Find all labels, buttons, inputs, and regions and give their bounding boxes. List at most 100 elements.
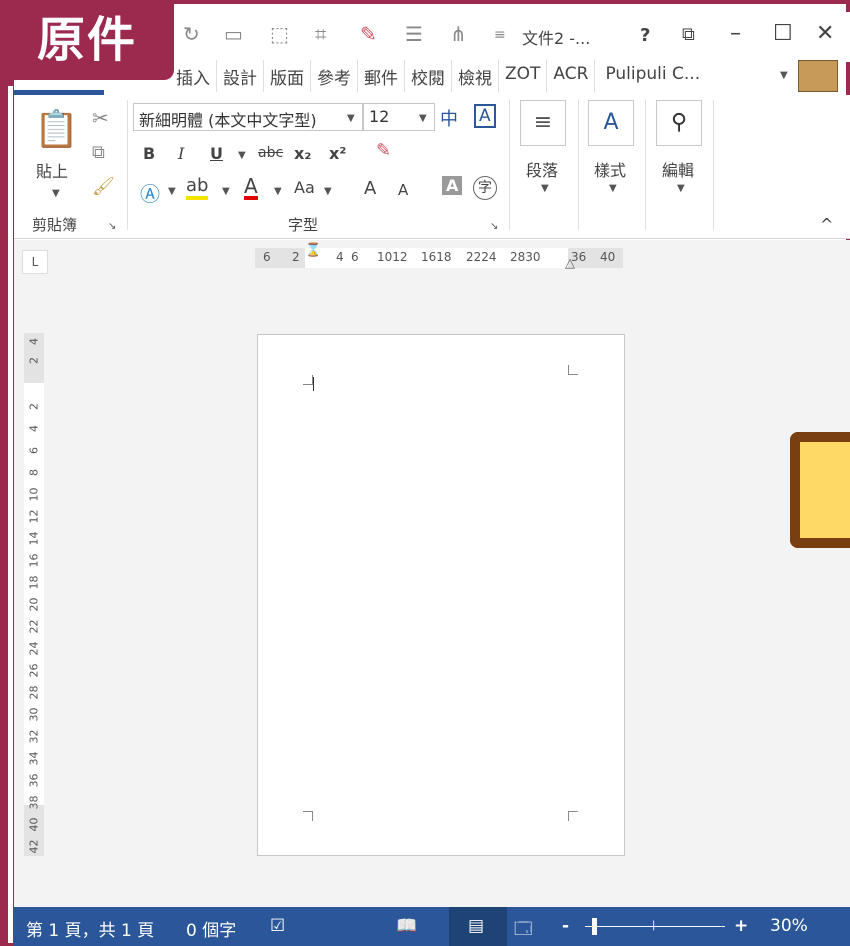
distribute-icon[interactable]: ⋔ (450, 22, 467, 46)
eraser-icon[interactable]: ✎ (360, 22, 377, 46)
right-indent-handle[interactable]: △ (565, 256, 575, 271)
web-layout-icon[interactable]: 🗔 (514, 916, 532, 945)
editing-dropdown-icon[interactable]: ▼ (677, 183, 685, 194)
redo-icon[interactable]: ↻ (183, 22, 200, 46)
original-badge: 原件 (0, 0, 174, 80)
account-name[interactable]: Pulipuli C... (595, 60, 706, 92)
document-page[interactable] (257, 334, 625, 856)
font-name-value: 新細明體 (本文中文字型) (139, 111, 317, 130)
phonetic-guide-button[interactable]: 中 (440, 105, 458, 131)
tab-acrobat[interactable]: ACR (547, 60, 596, 92)
grow-font-button[interactable]: A (364, 178, 376, 199)
clipboard-group-label: 剪貼簿 (32, 216, 78, 234)
font-name-combo[interactable]: 新細明體 (本文中文字型) (133, 103, 363, 131)
crop-icon[interactable]: ⌗ (315, 22, 326, 46)
font-color-dropdown-icon[interactable]: ▼ (274, 186, 282, 197)
tab-layout[interactable]: 版面 (264, 60, 311, 92)
zoom-level[interactable]: 30% (770, 916, 808, 936)
change-case-button[interactable]: Aa (294, 178, 315, 197)
new-doc-icon[interactable]: ⬚ (270, 22, 289, 46)
underline-button[interactable]: U (210, 144, 223, 163)
zoom-100-tick: | (652, 920, 656, 931)
vruler-label: 24 (27, 641, 41, 656)
find-binoculars-icon[interactable]: ⚲ (656, 100, 702, 146)
vruler-label: 26 (27, 663, 41, 678)
italic-button[interactable]: I (178, 144, 184, 163)
text-cursor (313, 377, 314, 391)
print-layout-icon[interactable]: ▤ (468, 916, 484, 936)
underline-dropdown-icon[interactable]: ▼ (238, 150, 246, 161)
screen-icon[interactable]: ▭ (224, 22, 243, 46)
tab-references[interactable]: 參考 (311, 60, 358, 92)
font-name-dropdown-icon[interactable]: ▼ (347, 113, 355, 124)
clear-formatting-icon[interactable]: ✎ (376, 140, 391, 161)
superscript-button[interactable]: x² (329, 144, 346, 163)
ruler-label: 2 (292, 250, 300, 264)
text-effects-icon[interactable]: Ⓐ (140, 178, 160, 207)
maximize-button[interactable]: ☐ (773, 21, 793, 46)
align-icon[interactable]: ☰ (405, 22, 423, 46)
tab-zotero[interactable]: ZOT (499, 60, 548, 92)
vruler-label: 2 (27, 403, 41, 410)
tab-mailings[interactable]: 郵件 (358, 60, 405, 92)
clipboard-launcher-icon[interactable]: ↘ (108, 221, 116, 232)
vruler-label: 38 (27, 795, 41, 810)
vruler-label: 12 (27, 509, 41, 524)
ribbon-display-button[interactable]: ⧉ (682, 24, 695, 45)
copy-icon[interactable]: ⧉ (92, 142, 105, 163)
customize-icon[interactable]: ≡ (494, 27, 506, 43)
styles-icon[interactable]: A (588, 100, 634, 146)
text-effects-dropdown-icon[interactable]: ▼ (168, 186, 176, 197)
zoom-out-button[interactable]: - (562, 916, 569, 936)
paste-label[interactable]: 貼上 (36, 158, 68, 182)
proofing-icon[interactable]: ☑ (270, 916, 285, 936)
character-border-button[interactable]: A (474, 104, 496, 128)
strikethrough-button[interactable]: abc (258, 145, 283, 161)
account-dropdown-icon[interactable]: ▼ (780, 70, 788, 81)
shrink-font-button[interactable]: A (398, 181, 408, 199)
read-mode-icon[interactable]: 📖 (396, 916, 417, 936)
tab-review[interactable]: 校閱 (405, 60, 452, 92)
font-launcher-icon[interactable]: ↘ (490, 221, 498, 232)
word-count[interactable]: 0 個字 (186, 916, 236, 941)
styles-dropdown-icon[interactable]: ▼ (609, 183, 617, 194)
vruler-label: 28 (27, 685, 41, 700)
font-size-dropdown-icon[interactable]: ▼ (419, 113, 427, 124)
styles-label[interactable]: 樣式 (594, 157, 626, 181)
paragraph-icon[interactable]: ≡ (520, 100, 566, 146)
tab-selector[interactable]: L (22, 250, 48, 274)
vruler-label: 42 (27, 839, 41, 854)
highlight-color-icon[interactable]: ab (186, 176, 209, 200)
close-button[interactable]: ✕ (816, 21, 834, 46)
subscript-button[interactable]: x₂ (294, 144, 311, 163)
font-color-button[interactable]: A (244, 176, 258, 200)
format-painter-icon[interactable]: 🖌 (92, 176, 115, 197)
tab-insert[interactable]: 插入 (170, 60, 217, 92)
cut-icon[interactable]: ✂ (92, 106, 109, 130)
page-count[interactable]: 第 1 頁，共 1 頁 (26, 916, 154, 941)
editing-label[interactable]: 編輯 (662, 157, 694, 181)
character-shading-button[interactable]: A (442, 176, 463, 195)
vruler-label: 18 (27, 575, 41, 590)
crop-mark (303, 811, 313, 821)
vruler-label: 2 (27, 357, 41, 364)
enclose-characters-button[interactable]: 字 (473, 176, 497, 200)
change-case-dropdown-icon[interactable]: ▼ (324, 186, 332, 197)
zoom-slider-thumb[interactable] (592, 918, 597, 935)
ruler-label: 1012 (377, 250, 408, 264)
vruler-label: 16 (27, 553, 41, 568)
tab-view[interactable]: 檢視 (452, 60, 499, 92)
avatar[interactable] (798, 60, 838, 92)
help-button[interactable]: ? (640, 25, 650, 46)
minimize-button[interactable]: – (730, 21, 741, 46)
zoom-in-button[interactable]: + (734, 916, 748, 936)
highlight-dropdown-icon[interactable]: ▼ (222, 186, 230, 197)
collapse-ribbon-button[interactable]: ^ (820, 215, 833, 234)
paragraph-dropdown-icon[interactable]: ▼ (541, 183, 549, 194)
bold-button[interactable]: B (143, 144, 155, 163)
first-line-indent-handle[interactable]: ⌛ (305, 243, 321, 258)
tab-design[interactable]: 設計 (217, 60, 264, 92)
paste-dropdown-icon[interactable]: ▼ (52, 188, 60, 199)
paragraph-label[interactable]: 段落 (526, 157, 558, 181)
paste-icon[interactable]: 📋 (34, 108, 79, 150)
